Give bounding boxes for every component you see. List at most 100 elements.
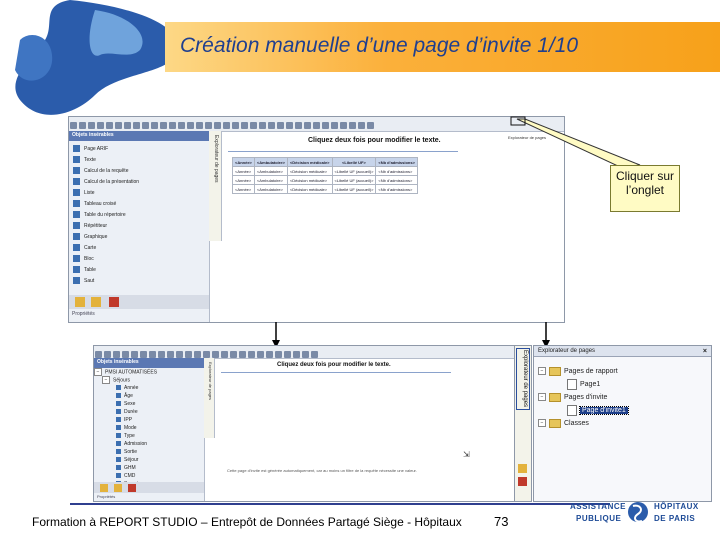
table-cell[interactable]: <Nb d'admissions>: [375, 175, 418, 185]
padding-icon[interactable]: [304, 122, 311, 130]
data-items-tab-icon[interactable]: [518, 477, 527, 486]
summary-icon[interactable]: [178, 122, 185, 130]
table-header-cell[interactable]: <Ambulatoire>: [253, 157, 288, 167]
page-explorer-icon[interactable]: [358, 122, 365, 130]
data-items-tab-icon[interactable]: [91, 297, 101, 307]
insertable-object-item[interactable]: Carte: [69, 243, 209, 254]
source-tab-icon[interactable]: [518, 464, 527, 473]
cut-icon[interactable]: [97, 122, 104, 130]
table-row[interactable]: <Année> <Ambulatoire> <Décision médicale> <…: [232, 175, 418, 185]
chart-icon[interactable]: [340, 122, 347, 130]
expand-collapse-icon[interactable]: −: [538, 419, 546, 428]
insertable-object-item[interactable]: Bloc: [69, 254, 209, 265]
delete-icon[interactable]: [124, 122, 131, 130]
table-cell[interactable]: <Libellé UF (accueil)>: [331, 175, 377, 185]
explorer-item[interactable]: − Pages de rapport: [538, 365, 711, 378]
align-left-icon[interactable]: [268, 122, 275, 130]
tree-root[interactable]: − PMSI AUTOMATISÉES: [94, 368, 204, 376]
table-cell[interactable]: <Décision médicale>: [286, 184, 333, 194]
toolbox-tab-icon[interactable]: [109, 297, 119, 307]
tree-item[interactable]: Durée: [94, 408, 204, 416]
border-icon[interactable]: [295, 122, 302, 130]
report-list-table[interactable]: <Année> <Ambulatoire> <Décision médicale> <…: [232, 157, 418, 194]
table-cell[interactable]: <Année>: [232, 184, 255, 194]
table-cell[interactable]: <Libellé UF (accueil)>: [331, 166, 377, 176]
page-header-text[interactable]: Cliquez deux fois pour modifier le texte…: [308, 137, 441, 144]
group-icon[interactable]: [187, 122, 194, 130]
background-icon[interactable]: [322, 122, 329, 130]
paste-icon[interactable]: [115, 122, 122, 130]
table-row[interactable]: <Année> <Ambulatoire> <Décision médicale> <…: [232, 184, 418, 194]
source-tab-icon[interactable]: [100, 484, 108, 492]
tree-item[interactable]: Mode: [94, 424, 204, 432]
filter-icon[interactable]: [160, 122, 167, 130]
explorer-item[interactable]: Page d'invite1: [538, 404, 711, 417]
color-icon[interactable]: [313, 122, 320, 130]
tree-item[interactable]: Admission: [94, 440, 204, 448]
table-icon[interactable]: [349, 122, 356, 130]
insertable-object-item[interactable]: Table du répertoire: [69, 210, 209, 221]
page-explorer-ribbon[interactable]: Explorateur de pages: [209, 131, 222, 241]
table-cell[interactable]: <Décision médicale>: [286, 175, 333, 185]
table-cell[interactable]: <Ambulatoire>: [253, 184, 288, 194]
format-icon[interactable]: [223, 122, 230, 130]
table-cell[interactable]: <Nb d'admissions>: [375, 166, 418, 176]
run-icon[interactable]: [151, 122, 158, 130]
insertable-object-item[interactable]: Liste: [69, 188, 209, 199]
tree-item[interactable]: Âge: [94, 392, 204, 400]
table-header-cell[interactable]: <Libellé UF>: [331, 157, 377, 167]
table-header-cell[interactable]: <Nb d'admissions>: [375, 157, 418, 167]
table-header-cell[interactable]: <Décision médicale>: [286, 157, 333, 167]
right-arrow-icon[interactable]: [214, 122, 221, 130]
tree-item[interactable]: Type: [94, 432, 204, 440]
table-cell[interactable]: <Ambulatoire>: [253, 175, 288, 185]
image-icon[interactable]: [331, 122, 338, 130]
save-icon[interactable]: [88, 122, 95, 130]
page-explorer-ribbon-closeup[interactable]: Explorateur de pages: [514, 345, 532, 502]
data-items-tab-icon[interactable]: [114, 484, 122, 492]
tree-item[interactable]: Sortie: [94, 448, 204, 456]
insertable-object-item[interactable]: Graphique: [69, 232, 209, 243]
copy-icon[interactable]: [106, 122, 113, 130]
table-cell[interactable]: <Nb d'admissions>: [375, 184, 418, 194]
expand-collapse-icon[interactable]: −: [538, 393, 546, 402]
tree-item[interactable]: Sexe: [94, 400, 204, 408]
insertable-object-item[interactable]: Table: [69, 265, 209, 276]
insertable-object-item[interactable]: Répétiteur: [69, 221, 209, 232]
insertable-object-item[interactable]: Calcul de la présentation: [69, 177, 209, 188]
explorer-item[interactable]: − Pages d'invite: [538, 391, 711, 404]
table-cell[interactable]: <Année>: [232, 166, 255, 176]
insertable-object-item[interactable]: Texte: [69, 155, 209, 166]
expand-collapse-icon[interactable]: −: [538, 367, 546, 376]
table-cell[interactable]: <Année>: [232, 175, 255, 185]
tree-item[interactable]: Année: [94, 384, 204, 392]
table-header-cell[interactable]: <Année>: [232, 157, 255, 167]
explorer-item[interactable]: Page1: [538, 378, 711, 391]
tree-item[interactable]: GHM: [94, 464, 204, 472]
tree-item[interactable]: Séjour: [94, 456, 204, 464]
align-right-icon[interactable]: [286, 122, 293, 130]
table-cell[interactable]: <Ambulatoire>: [253, 166, 288, 176]
tree-item[interactable]: CMD: [94, 472, 204, 480]
close-icon[interactable]: ×: [703, 348, 707, 355]
explorer-item[interactable]: − Classes: [538, 417, 711, 430]
sort-icon[interactable]: [169, 122, 176, 130]
tree-child[interactable]: − Séjours: [94, 376, 204, 384]
source-tab-icon[interactable]: [75, 297, 85, 307]
undo-icon[interactable]: [133, 122, 140, 130]
italic-icon[interactable]: [250, 122, 257, 130]
page-header-text[interactable]: Cliquez deux fois pour modifier le texte…: [277, 362, 391, 368]
align-center-icon[interactable]: [277, 122, 284, 130]
table-cell[interactable]: <Libellé UF (accueil)>: [331, 184, 377, 194]
table-cell[interactable]: <Décision médicale>: [286, 166, 333, 176]
insertable-object-item[interactable]: Saut: [69, 276, 209, 287]
underline-icon[interactable]: [259, 122, 266, 130]
insertable-object-item[interactable]: Calcul de la requête: [69, 166, 209, 177]
help-icon[interactable]: [367, 122, 374, 130]
lock-icon[interactable]: [196, 122, 203, 130]
page-explorer-ribbon[interactable]: Explorateur de pages: [204, 358, 215, 438]
table-row[interactable]: <Année> <Ambulatoire> <Décision médicale> <…: [232, 166, 418, 176]
font-icon[interactable]: [232, 122, 239, 130]
redo-icon[interactable]: [142, 122, 149, 130]
tree-item[interactable]: IPP: [94, 416, 204, 424]
